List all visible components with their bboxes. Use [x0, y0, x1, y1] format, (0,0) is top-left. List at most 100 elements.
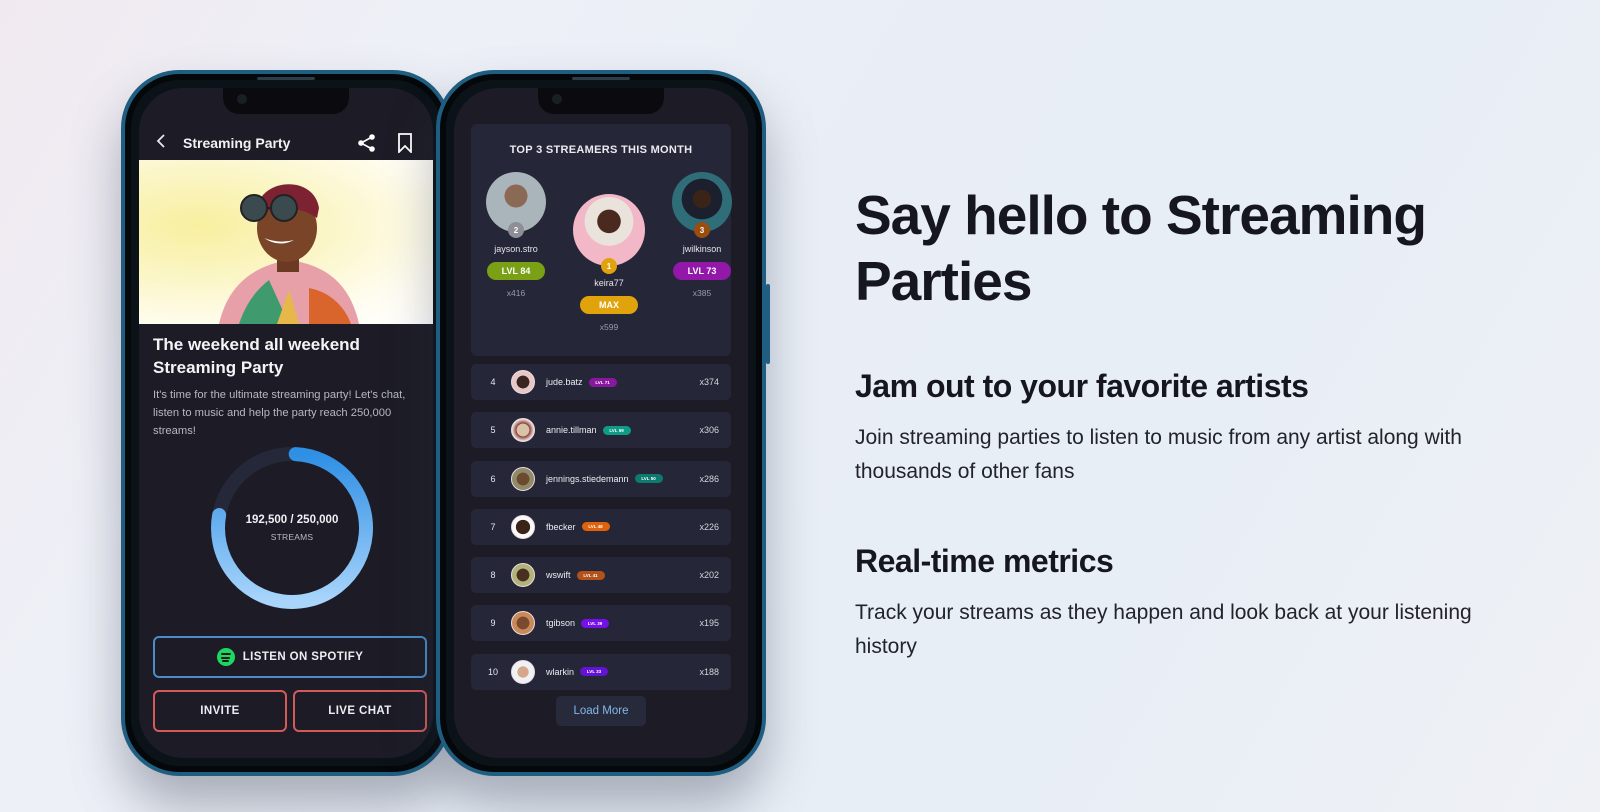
- marketing-copy: Say hello to Streaming Parties Jam out t…: [855, 182, 1545, 664]
- leaderboard-row[interactable]: 9 tgibson LVL 39 x195: [471, 605, 731, 642]
- row-rank: 7: [490, 521, 496, 532]
- load-more-button[interactable]: Load More: [556, 696, 646, 726]
- share-icon[interactable]: [355, 131, 379, 155]
- stream-count: 192,500 / 250,000: [245, 514, 339, 526]
- row-level-badge: LVL 39: [581, 618, 610, 628]
- page-title: Streaming Party: [183, 135, 291, 151]
- feature-title: Jam out to your favorite artists: [855, 368, 1309, 404]
- avatar: [511, 370, 535, 394]
- leaderboard-row[interactable]: 5 annie.tillman LVL 59 x306: [471, 412, 731, 449]
- leaderboard-row[interactable]: 7 fbecker LVL 48 x226: [471, 508, 731, 545]
- feature-body: Join streaming parties to listen to musi…: [855, 426, 1462, 483]
- row-level-badge: LVL 59: [602, 425, 631, 435]
- headline: Say hello to Streaming Parties: [855, 184, 1427, 312]
- row-score: x374: [699, 377, 719, 387]
- avatar: 1: [573, 194, 645, 274]
- bookmark-icon[interactable]: [393, 131, 417, 155]
- row-username: annie.tillman: [546, 425, 597, 436]
- phone-notch: [538, 88, 664, 114]
- phone-mockup-leaderboard: TOP 3 STREAMERS THIS MONTH 2 jayson.stro…: [436, 70, 770, 776]
- row-username: wlarkin: [546, 666, 575, 677]
- streamer-name: keira77: [594, 278, 624, 288]
- event-header: Streaming Party: [139, 126, 433, 160]
- avatar: [511, 466, 535, 491]
- phone-mockup-event: Streaming Party The weekend all weekend …: [121, 70, 455, 776]
- row-level-badge: LVL 71: [588, 377, 617, 387]
- top-streamers-title: TOP 3 STREAMERS THIS MONTH: [509, 144, 693, 156]
- phone-notch: [223, 88, 349, 114]
- row-level-badge: LVL 41: [576, 570, 605, 580]
- avatar: [511, 659, 535, 684]
- podium-streamer[interactable]: 3 jwilkinson LVL 73 x385: [657, 172, 747, 298]
- phone-speaker: [572, 77, 630, 80]
- listen-on-spotify-button[interactable]: LISTEN ON SPOTIFY: [153, 636, 427, 678]
- streamer-name: jayson.stro: [494, 244, 538, 254]
- feature-title: Real-time metrics: [855, 543, 1114, 579]
- row-username: jennings.stiedemann: [546, 473, 629, 484]
- spotify-icon: [216, 648, 235, 666]
- stream-score: x416: [506, 288, 526, 298]
- row-score: x286: [699, 473, 719, 484]
- row-username: wswift: [546, 570, 571, 581]
- camera-icon: [552, 94, 562, 104]
- camera-icon: [237, 94, 247, 104]
- podium-streamer[interactable]: 2 jayson.stro LVL 84 x416: [471, 172, 561, 298]
- leaderboard-row[interactable]: 10 wlarkin LVL 33 x188: [471, 653, 731, 690]
- invite-button[interactable]: INVITE: [153, 690, 287, 732]
- leaderboard-screen: TOP 3 STREAMERS THIS MONTH 2 jayson.stro…: [454, 88, 748, 758]
- row-rank: 6: [490, 473, 496, 484]
- leaderboard-list: 4 jude.batz LVL 71 x374 5 annie.tillman …: [471, 364, 731, 702]
- stream-progress-ring: 192,500 / 250,000 STREAMS: [207, 443, 377, 613]
- row-score: x195: [699, 618, 719, 629]
- leaderboard-row[interactable]: 4 jude.batz LVL 71 x374: [471, 364, 731, 400]
- row-rank: 10: [487, 666, 498, 677]
- row-score: x306: [699, 425, 719, 436]
- leaderboard-row[interactable]: 6 jennings.stiedemann LVL 50 x286: [471, 460, 731, 497]
- stream-label: STREAMS: [270, 532, 314, 542]
- level-badge: LVL 84: [487, 262, 545, 280]
- rank-badge: 3: [694, 222, 710, 238]
- live-chat-label: LIVE CHAT: [328, 705, 392, 717]
- rank-badge: 2: [508, 222, 524, 238]
- leaderboard-row[interactable]: 8 wswift LVL 41 x202: [471, 557, 731, 594]
- avatar: [511, 611, 535, 636]
- invite-label: INVITE: [200, 705, 240, 717]
- row-username: jude.batz: [546, 377, 583, 387]
- phone-side-button: [766, 284, 770, 364]
- streamer-name: jwilkinson: [682, 244, 722, 254]
- rank-badge: 1: [601, 258, 617, 274]
- row-rank: 5: [490, 425, 496, 436]
- row-score: x226: [699, 521, 719, 532]
- row-level-badge: LVL 48: [581, 522, 610, 532]
- avatar: 2: [486, 172, 546, 238]
- phone-speaker: [257, 77, 315, 80]
- stream-score: x599: [599, 322, 619, 332]
- event-description: It's time for the ultimate streaming par…: [153, 389, 406, 437]
- row-level-badge: LVL 33: [580, 667, 609, 677]
- avatar: [511, 563, 535, 588]
- row-username: fbecker: [546, 521, 576, 532]
- row-score: x188: [699, 666, 719, 677]
- row-score: x202: [699, 570, 719, 581]
- avatar: [511, 514, 535, 539]
- row-level-badge: LVL 50: [634, 474, 663, 484]
- row-rank: 8: [490, 570, 496, 581]
- top-streamers-card: TOP 3 STREAMERS THIS MONTH 2 jayson.stro…: [471, 124, 732, 356]
- spotify-button-label: LISTEN ON SPOTIFY: [242, 651, 364, 663]
- event-screen: Streaming Party The weekend all weekend …: [139, 88, 433, 758]
- podium-streamer[interactable]: 1 keira77 MAX x599: [564, 194, 654, 332]
- artist-illustration: [219, 184, 359, 324]
- level-badge: LVL 73: [673, 262, 731, 280]
- row-username: tgibson: [546, 618, 576, 629]
- artist-photo: [139, 160, 433, 324]
- live-chat-button[interactable]: LIVE CHAT: [293, 690, 427, 732]
- stream-score: x385: [692, 288, 712, 298]
- event-title: The weekend all weekend Streaming Party: [153, 335, 360, 377]
- feature-body: Track your streams as they happen and lo…: [855, 601, 1472, 658]
- row-rank: 9: [490, 618, 496, 629]
- row-rank: 4: [490, 377, 496, 387]
- avatar: [511, 418, 535, 443]
- level-badge: MAX: [580, 296, 638, 314]
- avatar: 3: [672, 172, 732, 238]
- chevron-left-icon[interactable]: [155, 132, 175, 155]
